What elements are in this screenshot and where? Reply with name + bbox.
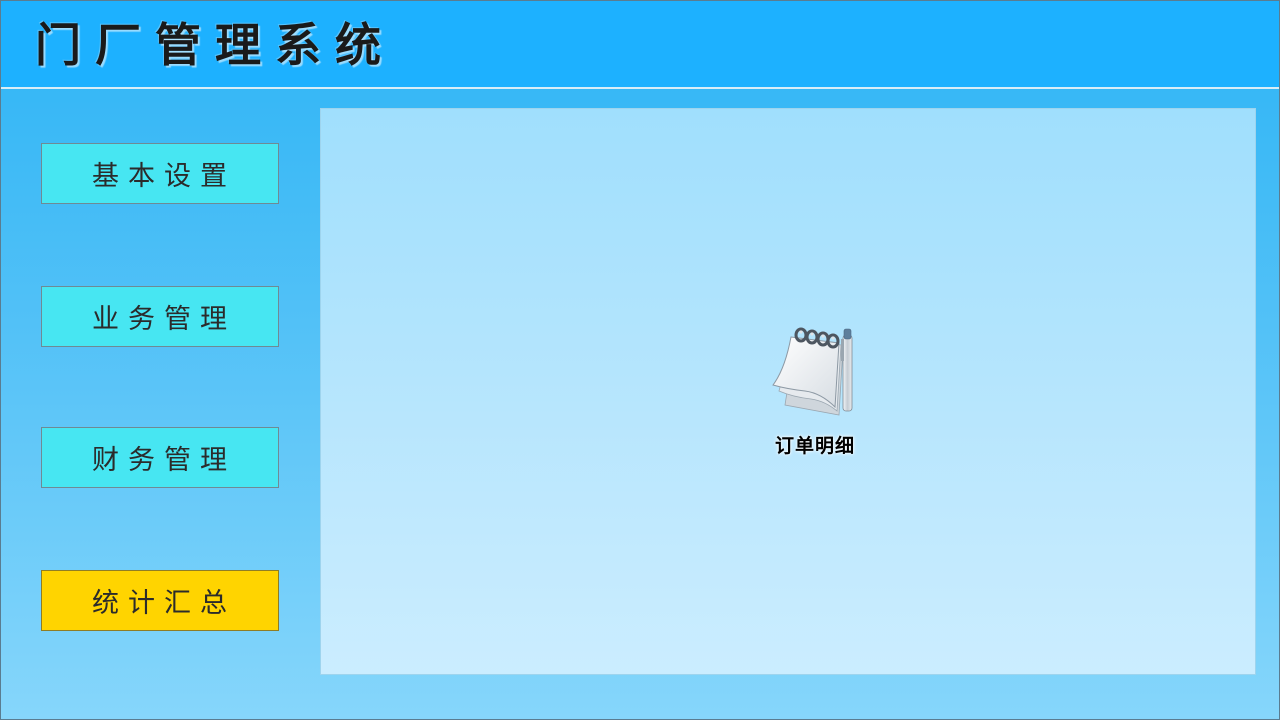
nav-button-business-management[interactable]: 业务管理 (41, 286, 279, 347)
header-bar: 门厂管理系统 (1, 1, 1279, 89)
nav-button-label: 基本设置 (92, 161, 236, 192)
app-title: 门厂管理系统 (35, 18, 395, 72)
nav-button-statistics-summary[interactable]: 统计汇总 (41, 570, 279, 631)
order-details-label: 订单明细 (774, 435, 855, 457)
notepad-icon (772, 327, 853, 416)
nav-button-basic-settings[interactable]: 基本设置 (41, 143, 279, 204)
nav-button-label: 统计汇总 (92, 588, 236, 619)
content-panel: 订单明细 (320, 108, 1256, 675)
nav-button-label: 业务管理 (92, 304, 236, 335)
app-window: 门厂管理系统 基本设置 业务管理 财务管理 统计汇总 订单明细 (0, 0, 1280, 720)
nav-button-finance-management[interactable]: 财务管理 (41, 427, 279, 488)
order-details-shortcut[interactable]: 订单明细 (755, 319, 875, 459)
nav-button-label: 财务管理 (92, 445, 236, 476)
